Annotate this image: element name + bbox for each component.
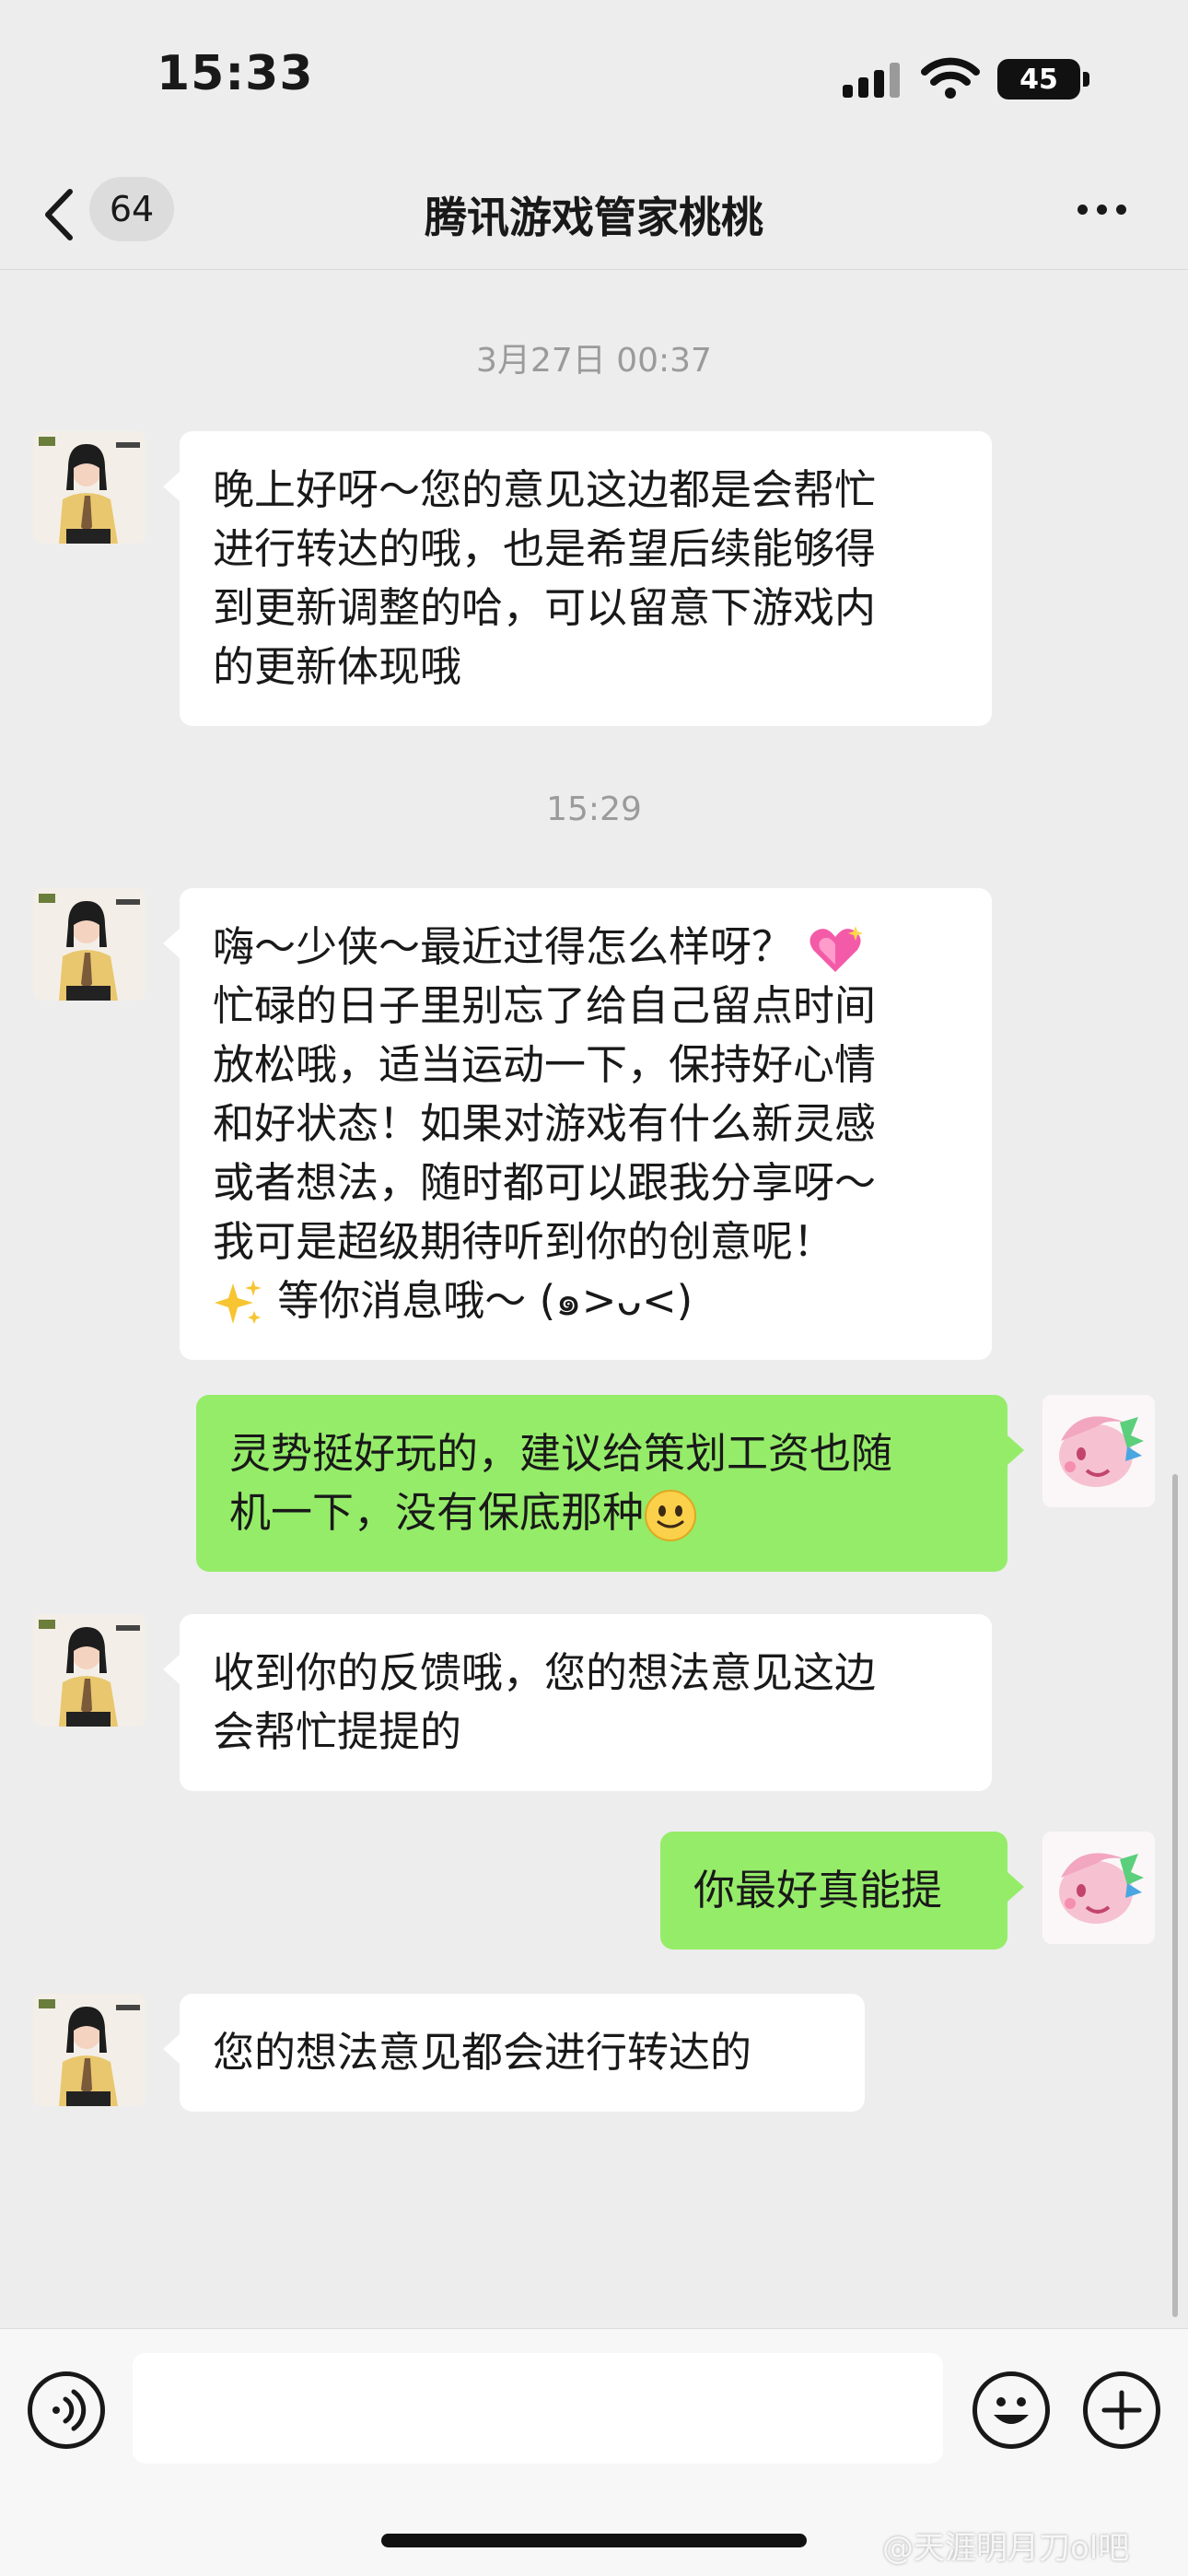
chat-timestamp: 3月27日 00:37 (476, 342, 712, 380)
watermark: @天涯明月刀ol吧 (882, 2530, 1130, 2567)
girl-avatar-icon (33, 431, 146, 544)
self-avatar[interactable] (1042, 1395, 1155, 1507)
emoji-icon[interactable] (973, 2371, 1050, 2449)
battery-icon: 45 (997, 59, 1080, 100)
chat-timestamp: 15:29 (546, 790, 642, 828)
plus-icon[interactable] (1083, 2371, 1160, 2449)
message-input[interactable] (133, 2353, 943, 2464)
wifi-icon (921, 57, 980, 99)
more-dots-icon[interactable] (1077, 195, 1142, 223)
battery-level: 45 (1019, 63, 1058, 96)
girl-avatar-icon (33, 1614, 146, 1727)
message-bubble-incoming[interactable]: 收到你的反馈哦，您的想法意见这边 会帮忙提提的 (163, 1614, 992, 1791)
chat-scrollbar[interactable] (1172, 1474, 1178, 2317)
contact-avatar[interactable] (33, 888, 146, 1001)
message-text: 灵势挺好玩的，建议给策划工资也随 机一下，没有保底那种 (229, 1429, 893, 1537)
contact-avatar[interactable] (33, 1994, 146, 2106)
girl-avatar-icon (33, 888, 146, 1001)
chat-header: 64 腾讯游戏管家桃桃 (0, 157, 1188, 270)
home-indicator[interactable] (381, 2534, 807, 2547)
message-text: 嗨～少侠～最近过得怎么样呀？ (213, 922, 794, 971)
battery-cap (1083, 72, 1089, 87)
sparkling-heart-emoji (809, 926, 864, 972)
contact-avatar[interactable] (33, 1614, 146, 1727)
message-bubble-outgoing[interactable]: 灵势挺好玩的，建议给策划工资也随 机一下，没有保底那种 (196, 1395, 1024, 1572)
voice-icon[interactable] (28, 2371, 105, 2449)
girl-avatar-icon (33, 1994, 146, 2106)
contact-avatar[interactable] (33, 431, 146, 544)
signal-icon (843, 63, 900, 98)
message-text: 等你消息哦～ (๑>ᴗ<) (264, 1276, 693, 1325)
status-bar: 15:33 45 (0, 0, 1188, 157)
status-time: 15:33 (157, 46, 314, 101)
smile-emoji (645, 1490, 697, 1541)
chat-title: 腾讯游戏管家桃桃 (425, 193, 763, 242)
message-bubble-incoming[interactable]: 嗨～少侠～最近过得怎么样呀？ 忙碌的日子里别忘了给自己留点时间 放松哦，适当运动… (163, 888, 992, 1360)
message-bubble-outgoing[interactable]: 你最好真能提 (660, 1832, 1024, 1950)
self-avatar[interactable] (1042, 1832, 1155, 1944)
cartoon-avatar-icon (1042, 1395, 1155, 1507)
message-text: 忙碌的日子里别忘了给自己留点时间 放松哦，适当运动一下，保持好心情 和好状态！如… (213, 981, 877, 1266)
message-bubble-incoming[interactable]: 晚上好呀～您的意见这边都是会帮忙 进行转达的哦，也是希望后续能够得 到更新调整的… (163, 431, 992, 726)
sparkles-emoji (215, 1280, 262, 1324)
message-bubble-incoming[interactable]: 您的想法意见都会进行转达的 (163, 1994, 865, 2112)
cartoon-avatar-icon (1042, 1832, 1155, 1944)
